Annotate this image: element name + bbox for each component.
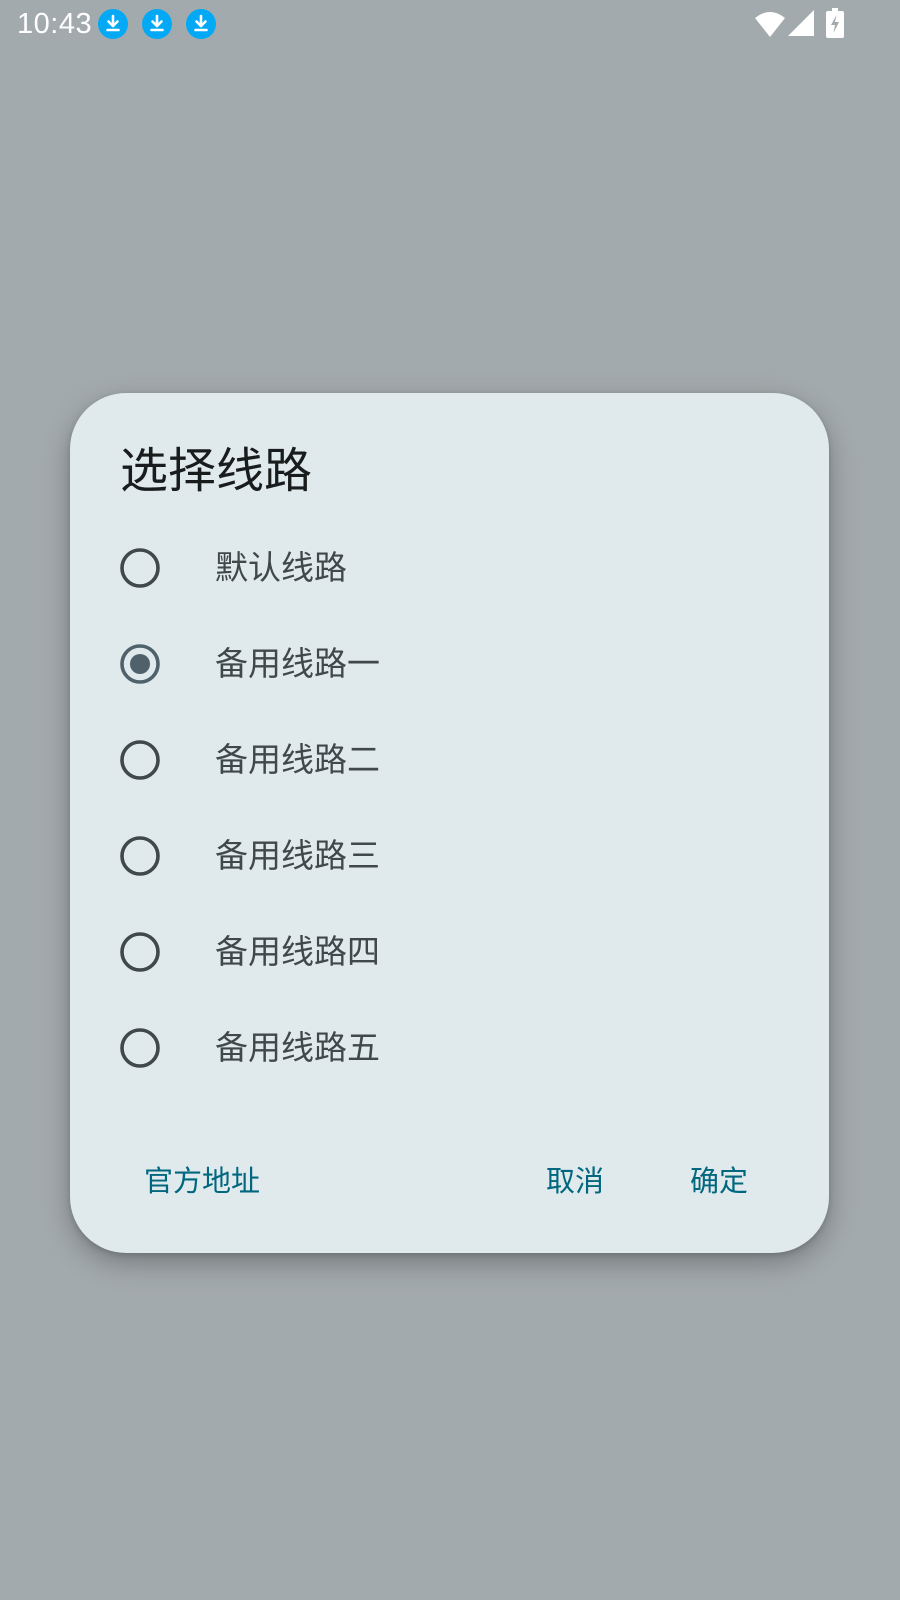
radio-button-unchecked[interactable]: [120, 548, 160, 588]
radio-button-unchecked[interactable]: [120, 1028, 160, 1068]
dialog-title: 选择线路: [120, 443, 313, 499]
route-option-label: 备用线路五: [215, 1028, 380, 1067]
radio-button-unchecked[interactable]: [120, 932, 160, 972]
route-option[interactable]: 备用线路四: [70, 905, 829, 1001]
route-option[interactable]: 备用线路一: [70, 617, 829, 713]
route-option-label: 备用线路四: [215, 932, 380, 971]
status-bar: 10:43: [0, 0, 900, 50]
download-icon: [142, 9, 172, 39]
route-option-label: 备用线路一: [215, 644, 380, 683]
route-option[interactable]: 默认线路: [70, 521, 829, 617]
route-option[interactable]: 备用线路三: [70, 809, 829, 905]
confirm-button[interactable]: 确定: [666, 1153, 772, 1209]
official-address-button[interactable]: 官方地址: [120, 1153, 284, 1209]
route-option-label: 备用线路二: [215, 740, 380, 779]
wifi-icon: [755, 12, 785, 37]
route-option[interactable]: 备用线路五: [70, 1001, 829, 1097]
radio-button-unchecked[interactable]: [120, 740, 160, 780]
battery-charging-icon: [826, 8, 844, 38]
route-option-label: 默认线路: [215, 548, 347, 587]
route-option-label: 备用线路三: [215, 836, 380, 875]
radio-button-checked[interactable]: [120, 644, 160, 684]
cellular-signal-icon: [788, 10, 814, 36]
select-route-dialog: 选择线路 默认线路 备用线路一 备用线路二 备用线路三 备用线路四 备用线路五 官方地址 …: [70, 393, 829, 1253]
status-time: 10:43: [17, 8, 93, 40]
route-option[interactable]: 备用线路二: [70, 713, 829, 809]
download-icon: [98, 9, 128, 39]
download-icon: [186, 9, 216, 39]
radio-button-unchecked[interactable]: [120, 836, 160, 876]
cancel-button[interactable]: 取消: [522, 1153, 628, 1209]
